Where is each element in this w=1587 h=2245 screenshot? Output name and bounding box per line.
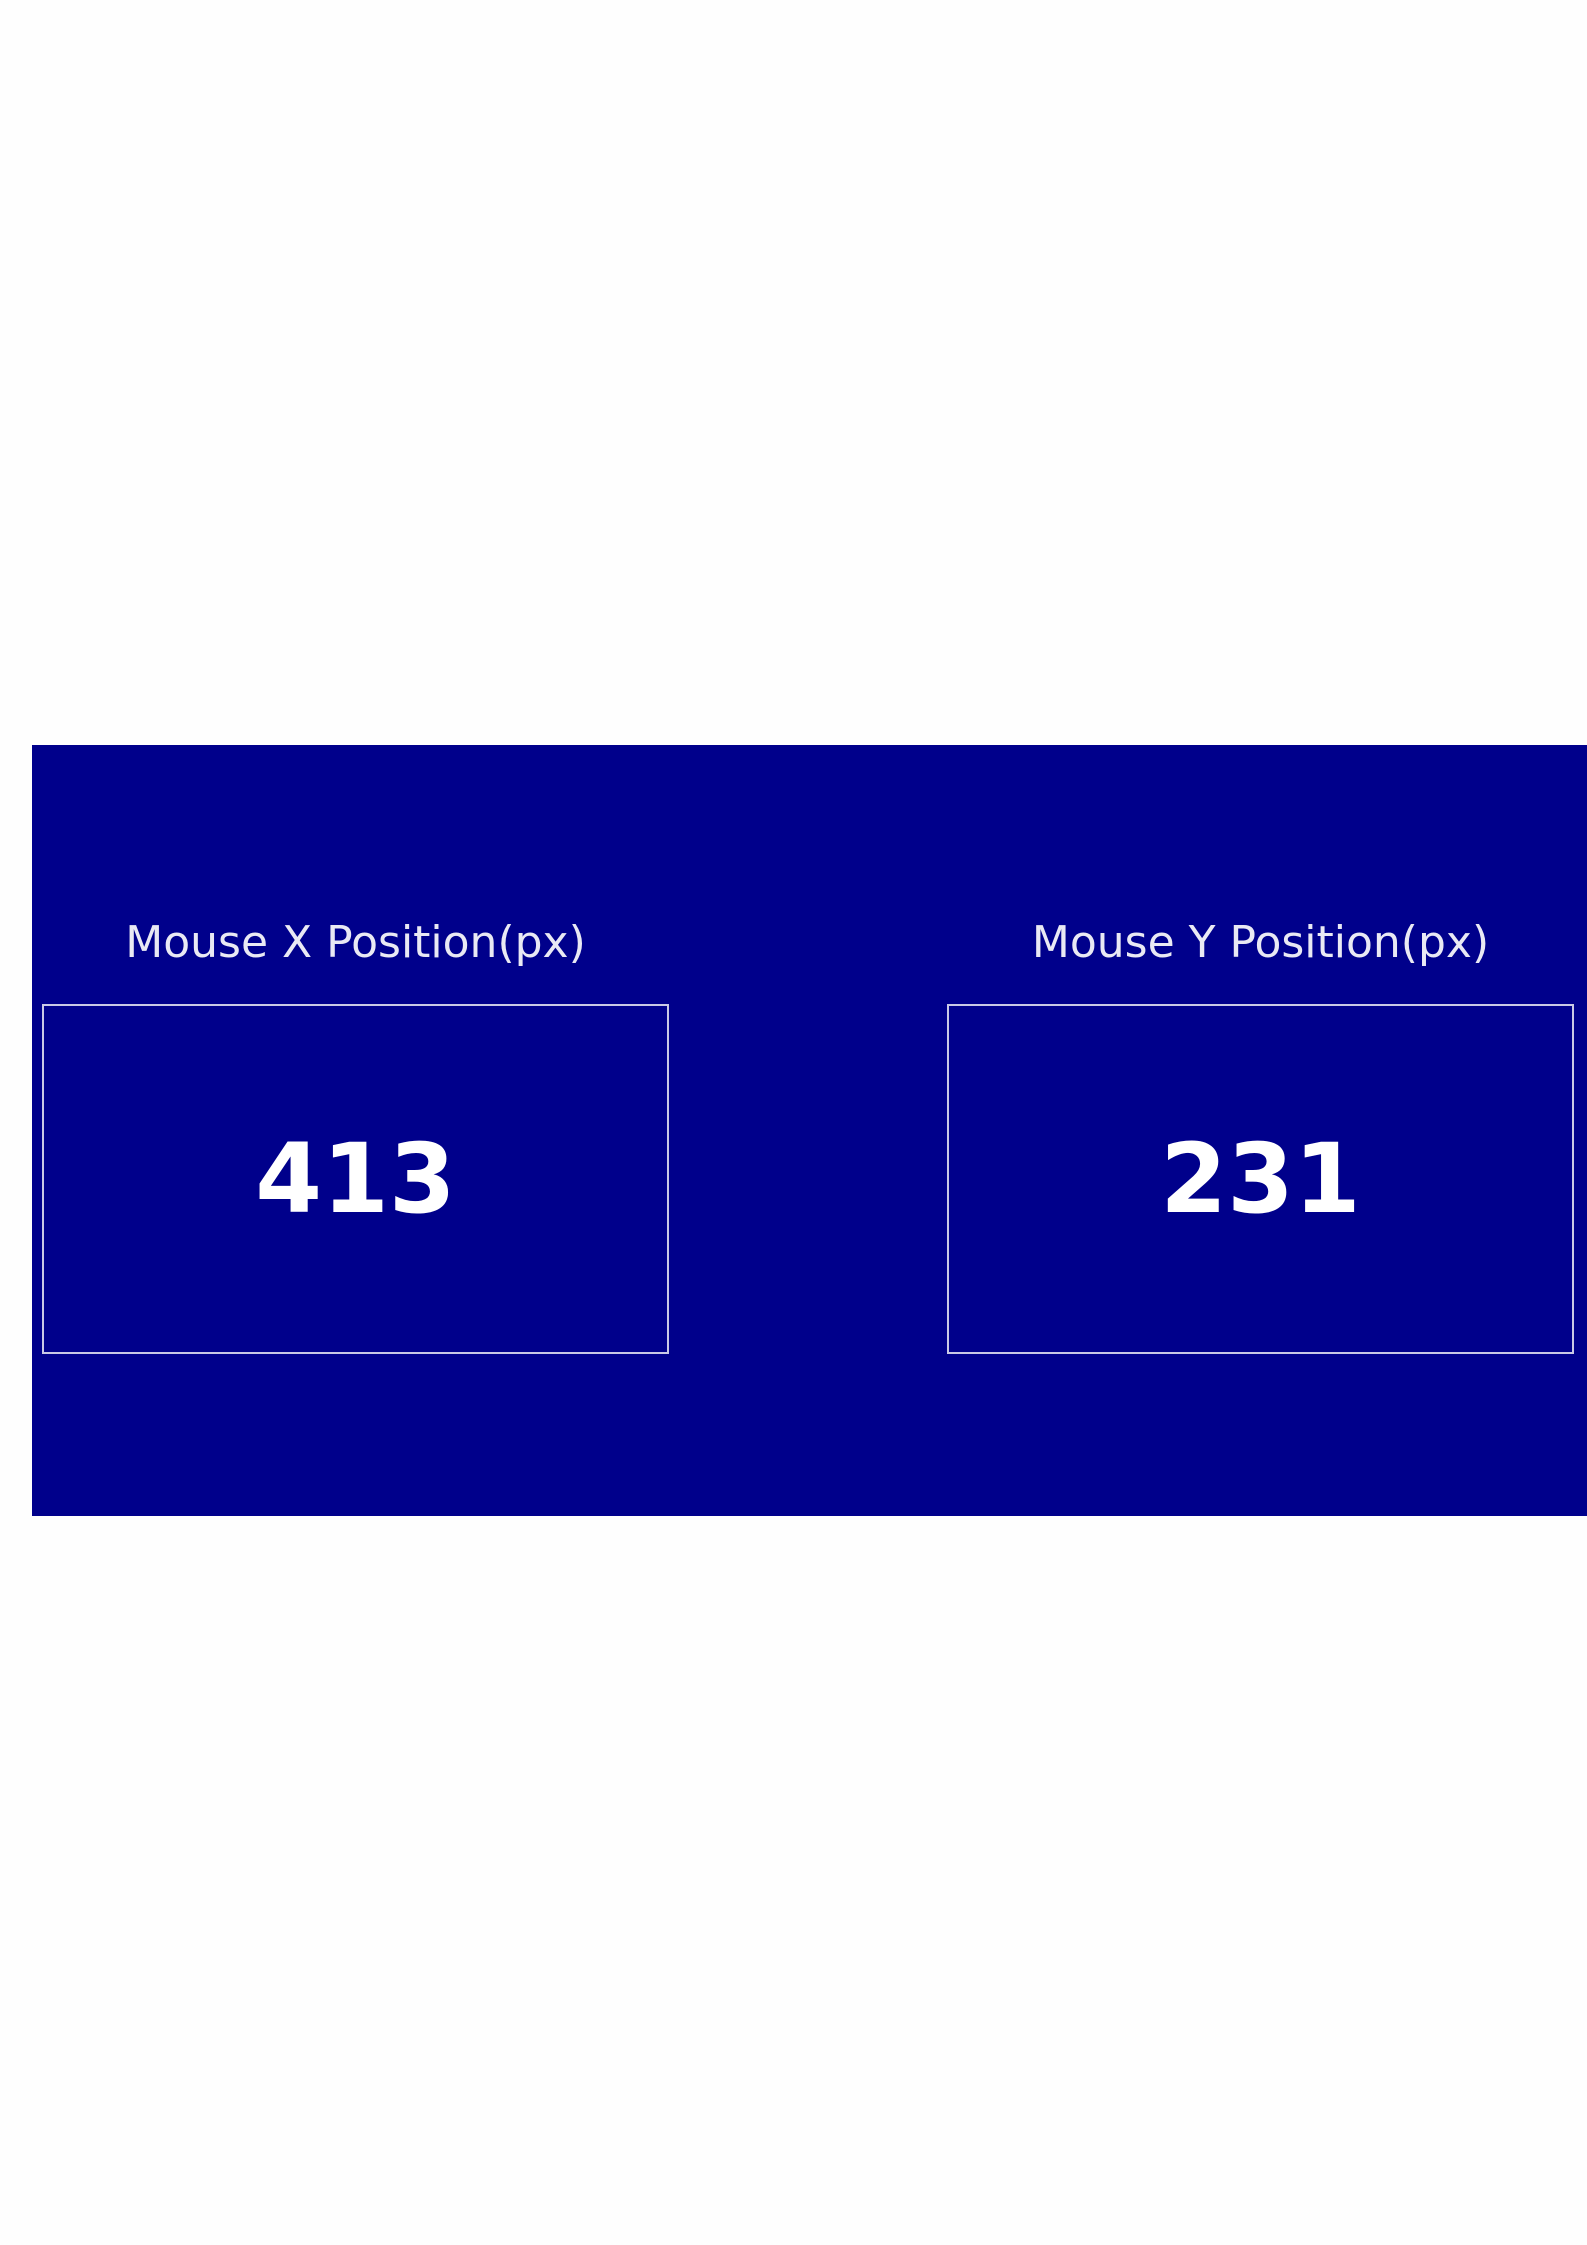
mouse-x-box: 413: [42, 1004, 669, 1354]
mouse-y-box: 231: [947, 1004, 1574, 1354]
mouse-y-label: Mouse Y Position(px): [1031, 917, 1490, 968]
mouse-x-label: Mouse X Position(px): [125, 917, 586, 968]
mouse-position-panel: Mouse X Position(px) 413 Mouse Y Positio…: [32, 745, 1587, 1516]
mouse-y-readout: Mouse Y Position(px) 231: [947, 915, 1574, 1354]
mouse-x-readout: Mouse X Position(px) 413: [42, 915, 669, 1354]
mouse-y-value: 231: [1160, 1123, 1361, 1235]
page: Mouse X Position(px) 413 Mouse Y Positio…: [0, 0, 1587, 2245]
mouse-x-value: 413: [255, 1123, 456, 1235]
